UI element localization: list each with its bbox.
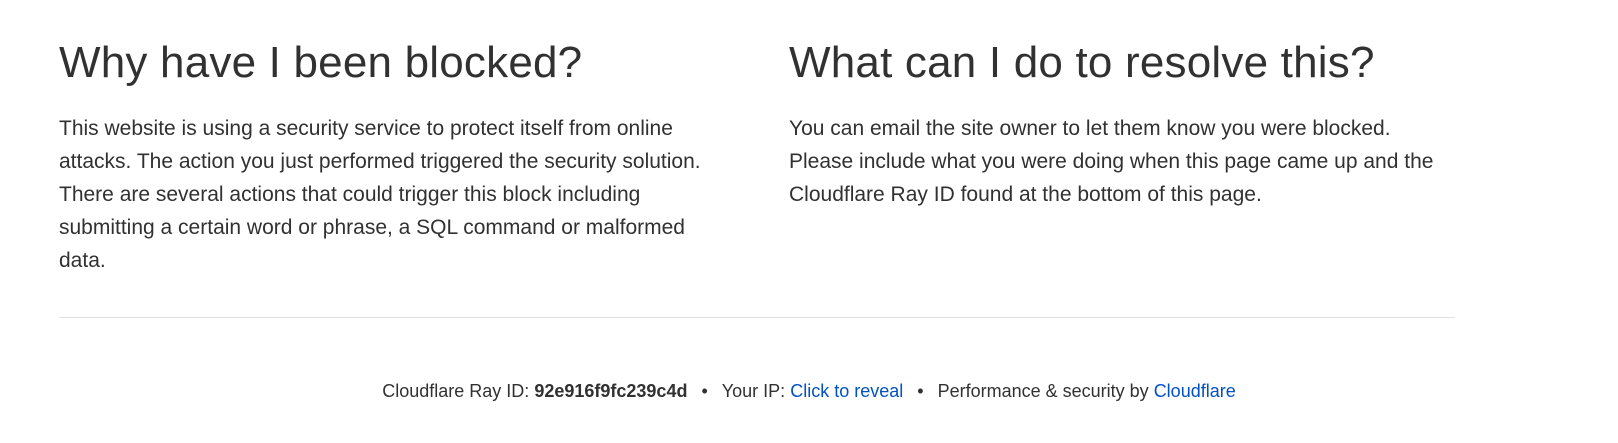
- ray-id-item: Cloudflare Ray ID: 92e916f9fc239c4d: [382, 377, 687, 405]
- footer-separator: •: [701, 381, 708, 401]
- ip-label: Your IP:: [721, 381, 786, 401]
- footer-separator: •: [917, 381, 924, 401]
- footer: Cloudflare Ray ID: 92e916f9fc239c4d • Yo…: [0, 377, 1618, 405]
- performance-item: Performance & security by Cloudflare: [938, 377, 1236, 405]
- why-blocked-heading: Why have I been blocked?: [59, 38, 583, 87]
- ray-id-value: 92e916f9fc239c4d: [534, 381, 688, 401]
- cloudflare-link[interactable]: Cloudflare: [1154, 381, 1236, 401]
- why-blocked-section: Why have I been blocked? This website is…: [59, 36, 709, 277]
- resolve-section: What can I do to resolve this? You can e…: [789, 36, 1455, 277]
- reveal-ip-link[interactable]: Click to reveal: [790, 381, 903, 401]
- resolve-heading: What can I do to resolve this?: [789, 38, 1375, 87]
- explanation-columns: Why have I been blocked? This website is…: [59, 36, 1455, 277]
- footer-divider: [59, 317, 1455, 318]
- ip-item: Your IP: Click to reveal: [722, 377, 903, 405]
- why-blocked-text: This website is using a security service…: [59, 117, 701, 272]
- performance-label: Performance & security by: [937, 381, 1149, 401]
- ray-id-label: Cloudflare Ray ID:: [382, 381, 530, 401]
- resolve-text: You can email the site owner to let them…: [789, 117, 1434, 206]
- block-page: Why have I been blocked? This website is…: [0, 0, 1618, 443]
